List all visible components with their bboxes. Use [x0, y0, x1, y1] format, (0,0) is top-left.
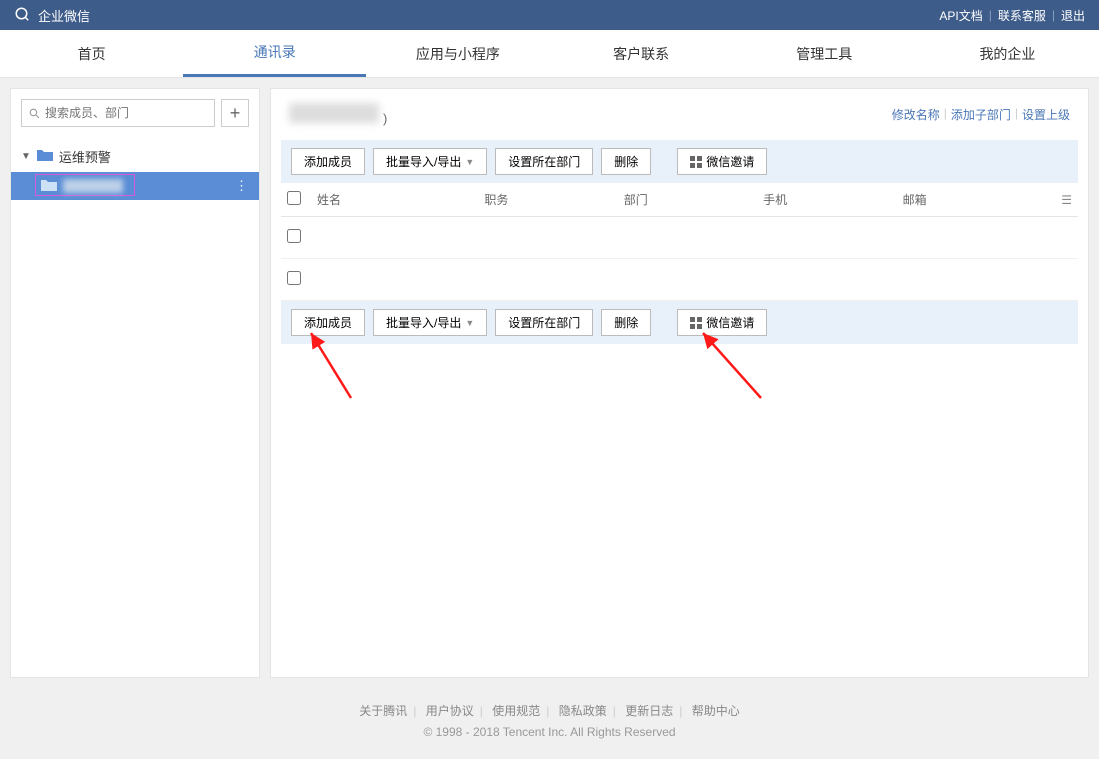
col-name: 姓名	[317, 191, 484, 208]
brand: 企业微信	[14, 6, 90, 25]
footer-link[interactable]: 帮助中心	[692, 704, 740, 718]
chevron-down-icon: ▼	[465, 318, 474, 328]
nav-enterprise[interactable]: 我的企业	[916, 30, 1099, 77]
link-support[interactable]: 联系客服	[998, 7, 1046, 24]
footer: 关于腾讯| 用户协议| 使用规范| 隐私政策| 更新日志| 帮助中心 © 199…	[0, 688, 1099, 759]
wx-invite-button-bottom[interactable]: 微信邀请	[677, 309, 767, 336]
folder-icon	[37, 149, 53, 164]
wx-invite-button[interactable]: 微信邀请	[677, 148, 767, 175]
row-checkbox[interactable]	[287, 229, 301, 243]
add-dept-button[interactable]: +	[221, 99, 249, 127]
nav-apps[interactable]: 应用与小程序	[366, 30, 549, 77]
top-bar: 企业微信 API文档 | 联系客服 | 退出	[0, 0, 1099, 30]
batch-label: 批量导入/导出	[386, 153, 461, 170]
brand-text: 企业微信	[38, 6, 90, 25]
search-input[interactable]	[45, 106, 208, 120]
separator: |	[989, 8, 992, 22]
top-bar-links: API文档 | 联系客服 | 退出	[939, 7, 1085, 24]
tree-node-label: 运维预警	[59, 147, 111, 166]
footer-link[interactable]: 用户协议	[426, 704, 474, 718]
tree-node-root[interactable]: ▼ 运维预警	[11, 141, 259, 172]
batch-label: 批量导入/导出	[386, 314, 461, 331]
add-member-button[interactable]: 添加成员	[291, 148, 365, 175]
batch-import-export-button[interactable]: 批量导入/导出 ▼	[373, 148, 487, 175]
link-add-sub[interactable]: 添加子部门	[951, 106, 1011, 123]
wecom-logo-icon	[14, 6, 32, 24]
toolbar-top: 添加成员 批量导入/导出 ▼ 设置所在部门 删除 微信邀请	[281, 140, 1078, 183]
separator: |	[944, 106, 947, 123]
batch-import-export-button-bottom[interactable]: 批量导入/导出 ▼	[373, 309, 487, 336]
qr-icon	[690, 156, 702, 168]
delete-button-bottom[interactable]: 删除	[601, 309, 651, 336]
toolbar-bottom: 添加成员 批量导入/导出 ▼ 设置所在部门 删除 微信邀请	[281, 301, 1078, 344]
sidebar: + ▼ 运维预警 ⋮	[10, 88, 260, 678]
separator: |	[1052, 8, 1055, 22]
chevron-down-icon: ▼	[465, 157, 474, 167]
nav-tools[interactable]: 管理工具	[733, 30, 916, 77]
footer-link[interactable]: 更新日志	[625, 704, 673, 718]
search-box[interactable]	[21, 99, 215, 127]
footer-link[interactable]: 隐私政策	[559, 704, 607, 718]
dept-actions: 修改名称 | 添加子部门 | 设置上级	[892, 106, 1070, 123]
link-logout[interactable]: 退出	[1061, 7, 1085, 24]
dept-tree: ▼ 运维预警 ⋮	[11, 137, 259, 204]
col-dept: 部门	[624, 191, 763, 208]
column-settings-icon[interactable]: ☰	[1042, 193, 1072, 207]
nav-home[interactable]: 首页	[0, 30, 183, 77]
link-api-doc[interactable]: API文档	[939, 7, 982, 24]
qr-icon	[690, 317, 702, 329]
footer-links: 关于腾讯| 用户协议| 使用规范| 隐私政策| 更新日志| 帮助中心	[0, 702, 1099, 719]
col-email: 邮箱	[903, 191, 1042, 208]
dept-header: ) 修改名称 | 添加子部门 | 设置上级	[271, 89, 1088, 140]
dept-name-blurred	[289, 103, 379, 123]
tree-node-label-blurred	[63, 179, 123, 193]
caret-down-icon: ▼	[21, 151, 31, 162]
dept-count-paren: )	[383, 111, 387, 126]
footer-link[interactable]: 关于腾讯	[359, 704, 407, 718]
wx-invite-label: 微信邀请	[706, 153, 754, 170]
footer-link[interactable]: 使用规范	[492, 704, 540, 718]
col-check	[287, 191, 317, 208]
search-row: +	[11, 89, 259, 137]
add-member-button-bottom[interactable]: 添加成员	[291, 309, 365, 336]
table-row[interactable]	[281, 259, 1078, 301]
row-checkbox[interactable]	[287, 271, 301, 285]
nav-customer[interactable]: 客户联系	[550, 30, 733, 77]
set-dept-button-bottom[interactable]: 设置所在部门	[495, 309, 593, 336]
link-set-superior[interactable]: 设置上级	[1022, 106, 1070, 123]
table-row[interactable]	[281, 217, 1078, 259]
link-rename[interactable]: 修改名称	[892, 106, 940, 123]
set-dept-button[interactable]: 设置所在部门	[495, 148, 593, 175]
search-icon	[28, 107, 41, 120]
check-all[interactable]	[287, 191, 301, 205]
col-phone: 手机	[763, 191, 902, 208]
node-menu-icon[interactable]: ⋮	[235, 178, 249, 194]
delete-button[interactable]: 删除	[601, 148, 651, 175]
tree-node-child[interactable]: ⋮	[11, 172, 259, 200]
nav-bar: 首页 通讯录 应用与小程序 客户联系 管理工具 我的企业	[0, 30, 1099, 78]
nav-contacts[interactable]: 通讯录	[183, 30, 366, 77]
folder-icon	[41, 179, 57, 194]
main-panel: ) 修改名称 | 添加子部门 | 设置上级 添加成员 批量导入/导出 ▼ 设置所在…	[270, 88, 1089, 678]
member-table: 姓名 职务 部门 手机 邮箱 ☰	[281, 183, 1078, 301]
separator: |	[1015, 106, 1018, 123]
table-header: 姓名 职务 部门 手机 邮箱 ☰	[281, 183, 1078, 217]
body: + ▼ 运维预警 ⋮ )	[0, 78, 1099, 688]
col-job: 职务	[484, 191, 623, 208]
wx-invite-label: 微信邀请	[706, 314, 754, 331]
dept-title: )	[289, 103, 387, 126]
